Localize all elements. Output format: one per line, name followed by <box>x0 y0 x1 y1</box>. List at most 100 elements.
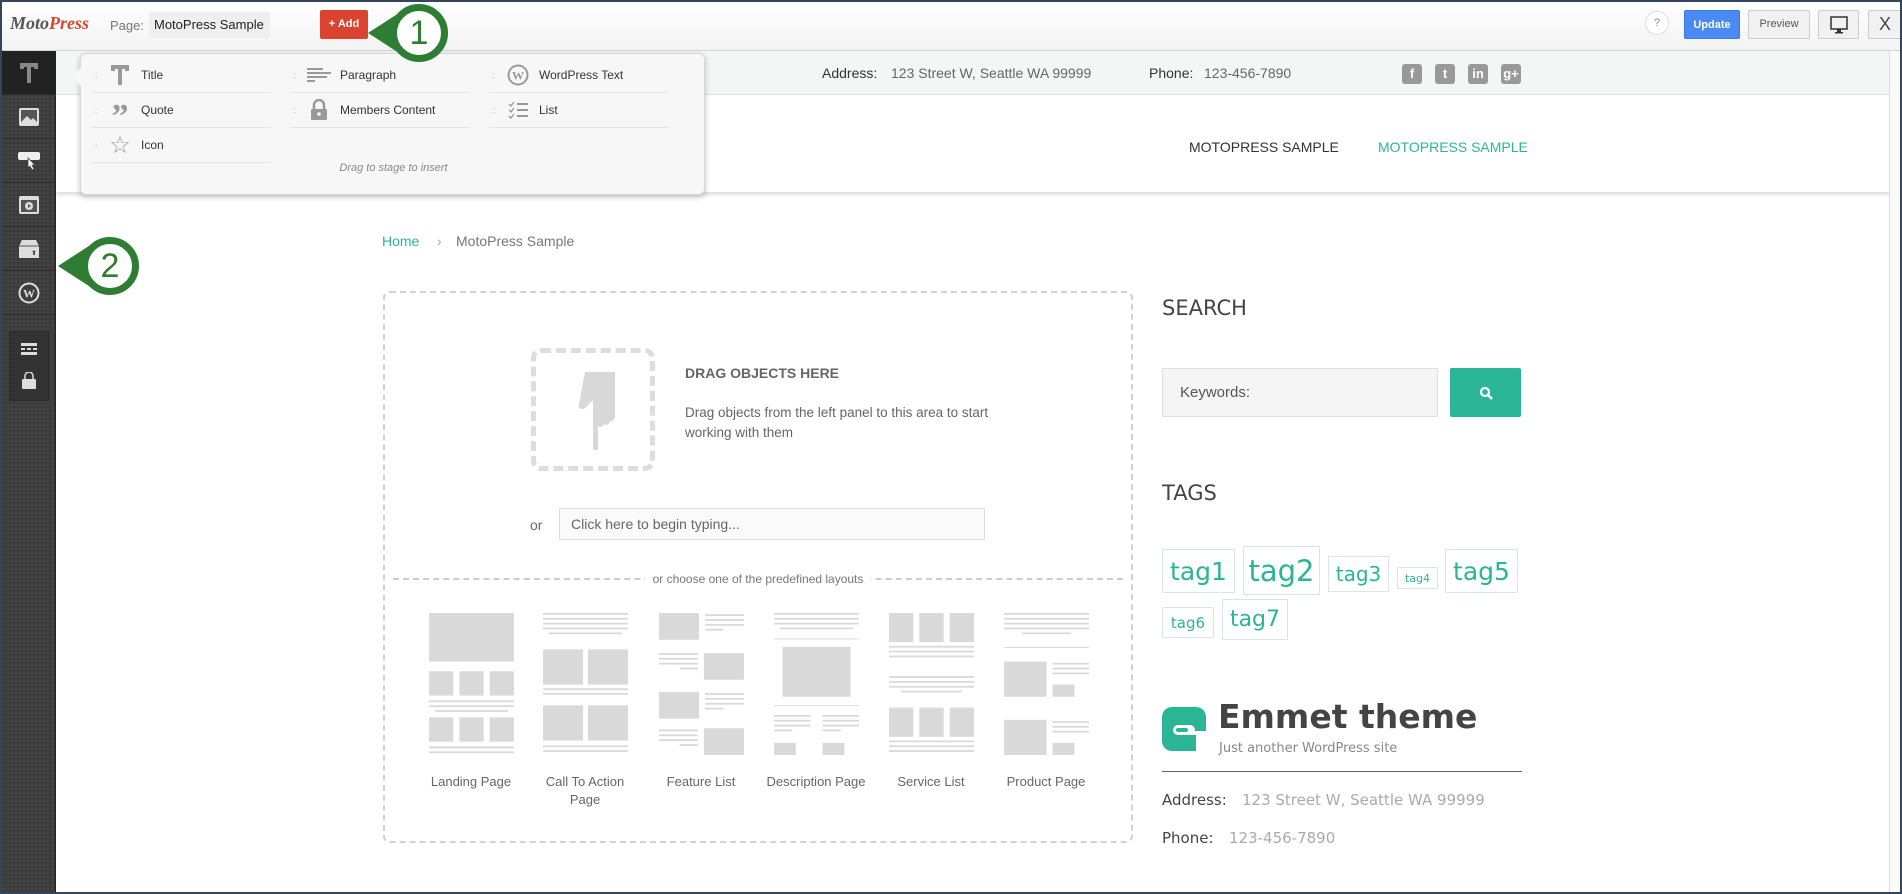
layout-icon <box>21 343 37 355</box>
sidebar-item-wordpress[interactable]: W <box>2 271 56 315</box>
widget-label: Icon <box>141 138 164 152</box>
callout-2: 2 <box>81 237 139 295</box>
drag-grip-icon: :: <box>292 70 297 80</box>
keywords-input[interactable]: Keywords: <box>1162 368 1438 417</box>
widget-list[interactable]: :: List <box>489 93 669 128</box>
image-icon <box>19 107 39 126</box>
sidebar-item-button[interactable] <box>2 139 56 183</box>
layout-landing-page[interactable]: Landing Page <box>416 613 526 791</box>
help-button[interactable]: ? <box>1645 11 1669 35</box>
sidebar-item-image[interactable] <box>2 95 56 139</box>
product-page-thumbnail <box>1003 613 1089 755</box>
layout-service-list[interactable]: Service List <box>876 613 986 791</box>
page-label: Page: <box>110 18 144 33</box>
layout-label: Call To Action Page <box>545 774 625 807</box>
search-widget-title: SEARCH <box>1162 296 1247 320</box>
widget-icon[interactable]: :: ☆ Icon <box>91 128 271 163</box>
feature-list-thumbnail <box>658 613 744 755</box>
or-label: or <box>530 517 543 533</box>
scrollbar[interactable] <box>1889 51 1900 894</box>
breadcrumb-home[interactable]: Home <box>382 233 419 249</box>
drag-grip-icon: :: <box>93 105 98 115</box>
sidebar-item-box[interactable] <box>2 227 56 271</box>
nav-item-active[interactable]: MOTOPRESS SAMPLE <box>1378 139 1528 155</box>
layout-description-page[interactable]: Description Page <box>761 613 871 791</box>
callout-1: 1 <box>390 4 448 62</box>
tags-widget-title: TAGS <box>1162 481 1217 505</box>
widget-quote[interactable]: :: ” Quote <box>91 93 271 134</box>
button-click-icon <box>18 151 40 171</box>
widget-sidebar: W <box>2 51 56 894</box>
layout-call-to-action-page[interactable]: Call To Action Page <box>530 613 640 809</box>
preview-button[interactable]: Preview <box>1748 10 1810 39</box>
title-icon <box>107 62 133 88</box>
widget-label: Quote <box>141 103 174 117</box>
search-button[interactable] <box>1450 368 1521 417</box>
site-brand: Emmet theme <box>1218 697 1478 736</box>
layout-product-page[interactable]: Product Page <box>991 613 1101 791</box>
page-select[interactable]: MotoPress Sample <box>149 12 270 38</box>
emmet-logo-icon <box>1162 707 1206 756</box>
sidebar-item-media[interactable] <box>2 183 56 227</box>
widget-members-content[interactable]: :: Members Content <box>290 93 470 128</box>
tag-link[interactable]: tag6 <box>1162 607 1214 638</box>
tag-link[interactable]: tag1 <box>1162 549 1235 593</box>
breadcrumb-separator: › <box>437 233 442 249</box>
lock-icon <box>306 97 332 123</box>
googleplus-icon[interactable]: g+ <box>1501 64 1521 84</box>
nav-item[interactable]: MOTOPRESS SAMPLE <box>1189 139 1339 155</box>
tag-link[interactable]: tag7 <box>1222 599 1288 640</box>
info-phone-label: Phone: <box>1149 65 1194 81</box>
begin-typing-input[interactable]: Click here to begin typing... <box>559 508 985 540</box>
top-toolbar: MotoPress Page: MotoPress Sample + Add ?… <box>0 0 1902 51</box>
widget-paragraph[interactable]: :: Paragraph <box>290 58 470 93</box>
description-page-thumbnail <box>773 613 859 755</box>
pointing-hand-icon <box>578 371 615 450</box>
service-list-thumbnail <box>888 613 974 752</box>
widget-label: WordPress Text <box>539 68 624 82</box>
widget-wordpress-text[interactable]: :: W WordPress Text <box>489 58 669 93</box>
svg-text:W: W <box>23 286 35 300</box>
landing-page-thumbnail <box>428 613 514 754</box>
layout-label: Feature List <box>666 774 736 789</box>
drop-target <box>531 348 655 471</box>
tag-link[interactable]: tag3 <box>1328 556 1389 592</box>
tag-link[interactable]: tag5 <box>1445 549 1518 593</box>
update-button[interactable]: Update <box>1684 10 1740 39</box>
sidebar-item-bag[interactable] <box>20 371 38 395</box>
layout-label: Product Page <box>1006 774 1086 789</box>
device-preview-button[interactable] <box>1818 10 1859 39</box>
add-button[interactable]: + Add <box>320 10 368 39</box>
drop-title: DRAG OBJECTS HERE <box>685 365 840 381</box>
info-address-label: Address: <box>822 65 878 81</box>
sidebar-item-layout[interactable] <box>20 341 38 362</box>
drop-stage[interactable]: DRAG OBJECTS HERE Drag objects from the … <box>383 291 1133 843</box>
drag-grip-icon: :: <box>292 105 297 115</box>
box-icon <box>19 239 39 258</box>
drag-grip-icon: :: <box>93 70 98 80</box>
footer-divider <box>1162 771 1522 772</box>
facebook-icon[interactable]: f <box>1402 64 1422 84</box>
site-tagline: Just another WordPress site <box>1219 741 1398 756</box>
svg-text:W: W <box>512 69 524 83</box>
search-icon <box>1479 386 1493 400</box>
layouts-divider-label: or choose one of the predefined layouts <box>385 570 1131 588</box>
widget-title[interactable]: :: Title <box>91 58 271 93</box>
layout-feature-list[interactable]: Feature List <box>646 613 756 791</box>
drag-grip-icon: :: <box>491 105 496 115</box>
layout-label: Description Page <box>766 774 866 789</box>
widget-label: Members Content <box>340 103 436 117</box>
close-button[interactable]: X <box>1868 10 1902 39</box>
layouts-divider-text: or choose one of the predefined layouts <box>644 572 872 586</box>
sidebar-item-text[interactable] <box>2 51 56 95</box>
breadcrumb-current: MotoPress Sample <box>456 233 575 249</box>
info-address: 123 Street W, Seattle WA 99999 <box>891 65 1092 81</box>
drop-description: Drag objects from the left panel to this… <box>685 405 989 440</box>
drag-grip-icon: :: <box>93 140 98 150</box>
twitter-icon[interactable]: t <box>1435 64 1455 84</box>
monitor-icon <box>1829 16 1848 34</box>
tag-link[interactable]: tag2 <box>1243 546 1320 595</box>
media-icon <box>19 195 39 214</box>
linkedin-icon[interactable]: in <box>1468 64 1488 84</box>
tag-link[interactable]: tag4 <box>1397 567 1438 589</box>
